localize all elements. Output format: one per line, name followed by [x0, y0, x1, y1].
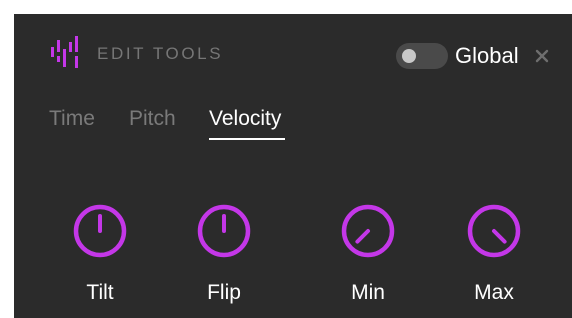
knob-tilt[interactable]	[72, 203, 128, 259]
waveform-bars-icon	[51, 36, 78, 68]
knob-label-tilt: Tilt	[86, 281, 114, 304]
panel-title: EDIT TOOLS	[97, 44, 224, 63]
knob-label-max: Max	[474, 281, 514, 304]
global-toggle-label: Global	[455, 43, 519, 68]
edit-tools-panel: EDIT TOOLS Global Time Pitch Velocity Ti…	[14, 14, 572, 318]
knob-max[interactable]	[466, 203, 522, 259]
toggle-knob	[402, 49, 416, 63]
tab-pitch[interactable]: Pitch	[129, 106, 176, 132]
close-icon[interactable]	[532, 46, 552, 66]
knob-min[interactable]	[340, 203, 396, 259]
global-toggle[interactable]	[396, 43, 448, 69]
knob-label-flip: Flip	[207, 281, 241, 304]
tab-time[interactable]: Time	[49, 106, 95, 132]
knob-label-min: Min	[351, 281, 385, 304]
active-tab-indicator	[209, 138, 285, 140]
knob-flip[interactable]	[196, 203, 252, 259]
tab-velocity[interactable]: Velocity	[209, 106, 281, 132]
